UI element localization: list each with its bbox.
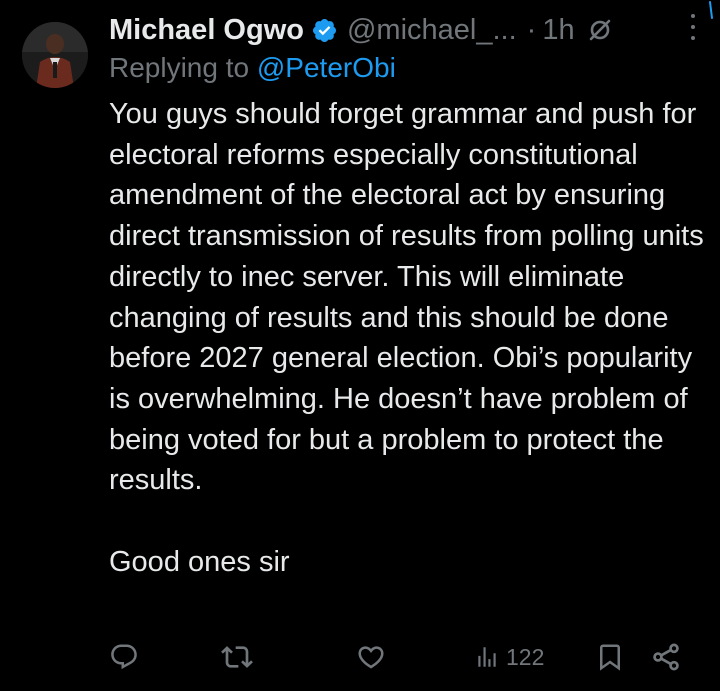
reply-button[interactable] — [109, 637, 139, 677]
like-button[interactable] — [356, 637, 386, 677]
author-display-name[interactable]: Michael Ogwo — [109, 14, 304, 47]
tweet-header: Michael Ogwo @michael_... · 1h — [109, 10, 700, 50]
replying-to: Replying to @PeterObi — [109, 52, 396, 84]
author-handle[interactable]: @michael_... — [347, 14, 517, 47]
retweet-button[interactable] — [221, 637, 253, 677]
tweet-paragraph: You guys should forget grammar and push … — [109, 98, 704, 497]
share-icon — [653, 643, 679, 671]
mute-icon — [587, 17, 613, 43]
more-icon[interactable] — [688, 14, 698, 40]
views-count: 122 — [506, 643, 545, 670]
reply-icon — [111, 644, 137, 670]
avatar[interactable] — [22, 22, 88, 88]
views-button[interactable]: 122 — [474, 637, 544, 677]
tweet-text: You guys should forget grammar and push … — [109, 94, 709, 582]
like-icon — [358, 646, 384, 669]
avatar-image — [22, 22, 88, 88]
tweet-paragraph: Good ones sir — [109, 545, 290, 578]
bookmark-button[interactable] — [595, 637, 625, 677]
corner-mark — [709, 1, 713, 19]
share-button[interactable] — [650, 637, 682, 677]
views-icon — [478, 647, 496, 667]
reply-mention-link[interactable]: @PeterObi — [257, 52, 396, 83]
bookmark-icon — [600, 644, 620, 671]
verified-badge-icon — [311, 17, 338, 44]
timestamp[interactable]: 1h — [542, 14, 574, 47]
retweet-icon — [221, 646, 253, 668]
reply-prefix: Replying to — [109, 52, 257, 83]
meta-separator: · — [526, 13, 537, 46]
tweet-actions: 122 — [109, 637, 700, 677]
